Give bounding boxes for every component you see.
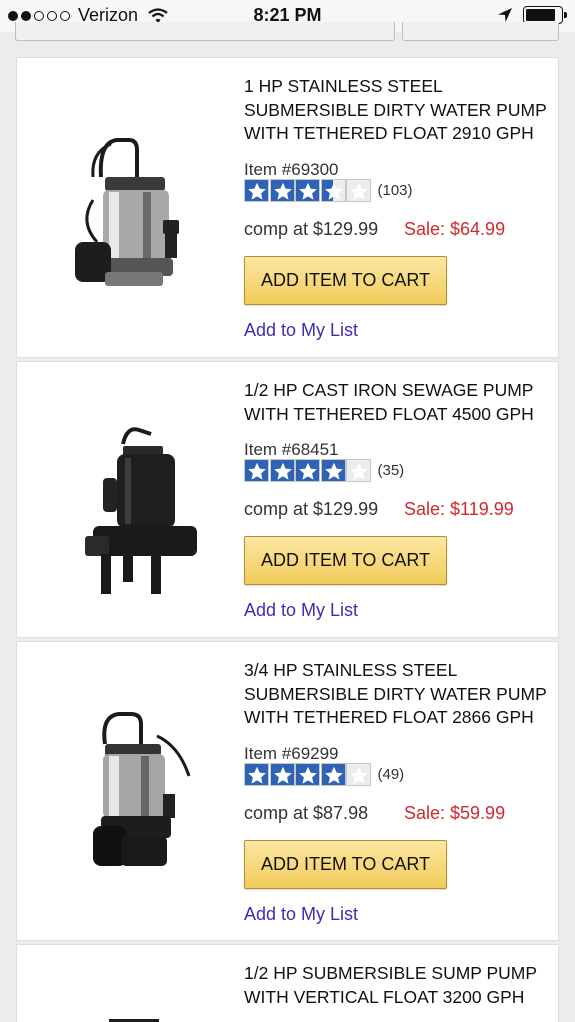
rating-stars[interactable]: (35) [244,459,404,482]
item-number: Item #68451 [244,440,339,459]
add-to-cart-button[interactable]: ADD ITEM TO CART [244,840,447,889]
comp-price: comp at $129.99 [244,219,379,239]
item-number: Item #69299 [244,744,339,763]
star-icon [320,763,346,786]
comp-price: comp at $129.99 [244,499,379,519]
star-icon [346,459,371,482]
rating-stars[interactable]: (103) [244,179,413,202]
add-to-my-list-link[interactable]: Add to My List [244,320,358,341]
sale-price: Sale: $59.99 [404,803,506,823]
star-icon [269,763,295,786]
add-to-my-list-link[interactable]: Add to My List [244,904,358,925]
review-count[interactable]: (35) [378,462,405,479]
star-icon [269,459,295,482]
add-to-cart-button[interactable]: ADD ITEM TO CART [244,256,447,305]
product-title[interactable]: 1/2 HP SUBMERSIBLE SUMP PUMP WITH VERTIC… [244,962,556,1009]
sale-price: Sale: $64.99 [404,219,506,239]
star-icon [244,459,269,482]
top-left-button[interactable] [15,22,395,41]
battery-level [526,9,555,21]
add-to-my-list-link[interactable]: Add to My List [244,600,358,621]
star-icon [244,179,269,202]
star-icon [320,459,346,482]
star-icon [244,763,269,786]
product-title[interactable]: 3/4 HP STAINLESS STEEL SUBMERSIBLE DIRTY… [244,659,556,730]
location-arrow-icon [498,8,512,22]
product-image-sump-pump[interactable] [39,1005,229,1022]
star-icon [269,179,295,202]
product-image-cast-iron-pump[interactable] [39,386,229,606]
item-number: Item #69300 [244,160,339,179]
star-icon [295,179,320,202]
product-image-stainless-pump-3-4hp[interactable] [39,666,229,886]
rating-stars[interactable]: (49) [244,763,404,786]
product-card: 1/2 HP CAST IRON SEWAGE PUMP WITH TETHER… [16,361,559,638]
product-card: 1/2 HP SUBMERSIBLE SUMP PUMP WITH VERTIC… [16,944,559,1022]
review-count[interactable]: (103) [378,182,413,199]
add-to-cart-button[interactable]: ADD ITEM TO CART [244,536,447,585]
product-card: 3/4 HP STAINLESS STEEL SUBMERSIBLE DIRTY… [16,641,559,941]
sale-price: Sale: $119.99 [404,499,514,519]
star-icon [295,763,320,786]
star-icon [320,179,346,202]
product-title[interactable]: 1 HP STAINLESS STEEL SUBMERSIBLE DIRTY W… [244,75,556,146]
product-image-stainless-pump[interactable] [39,82,229,302]
star-icon [346,763,371,786]
comp-price: comp at $87.98 [244,803,369,823]
review-count[interactable]: (49) [378,766,405,783]
star-icon [295,459,320,482]
product-card: 1 HP STAINLESS STEEL SUBMERSIBLE DIRTY W… [16,57,559,358]
product-title[interactable]: 1/2 HP CAST IRON SEWAGE PUMP WITH TETHER… [244,379,556,426]
star-icon [346,179,371,202]
top-right-button[interactable] [402,22,559,41]
